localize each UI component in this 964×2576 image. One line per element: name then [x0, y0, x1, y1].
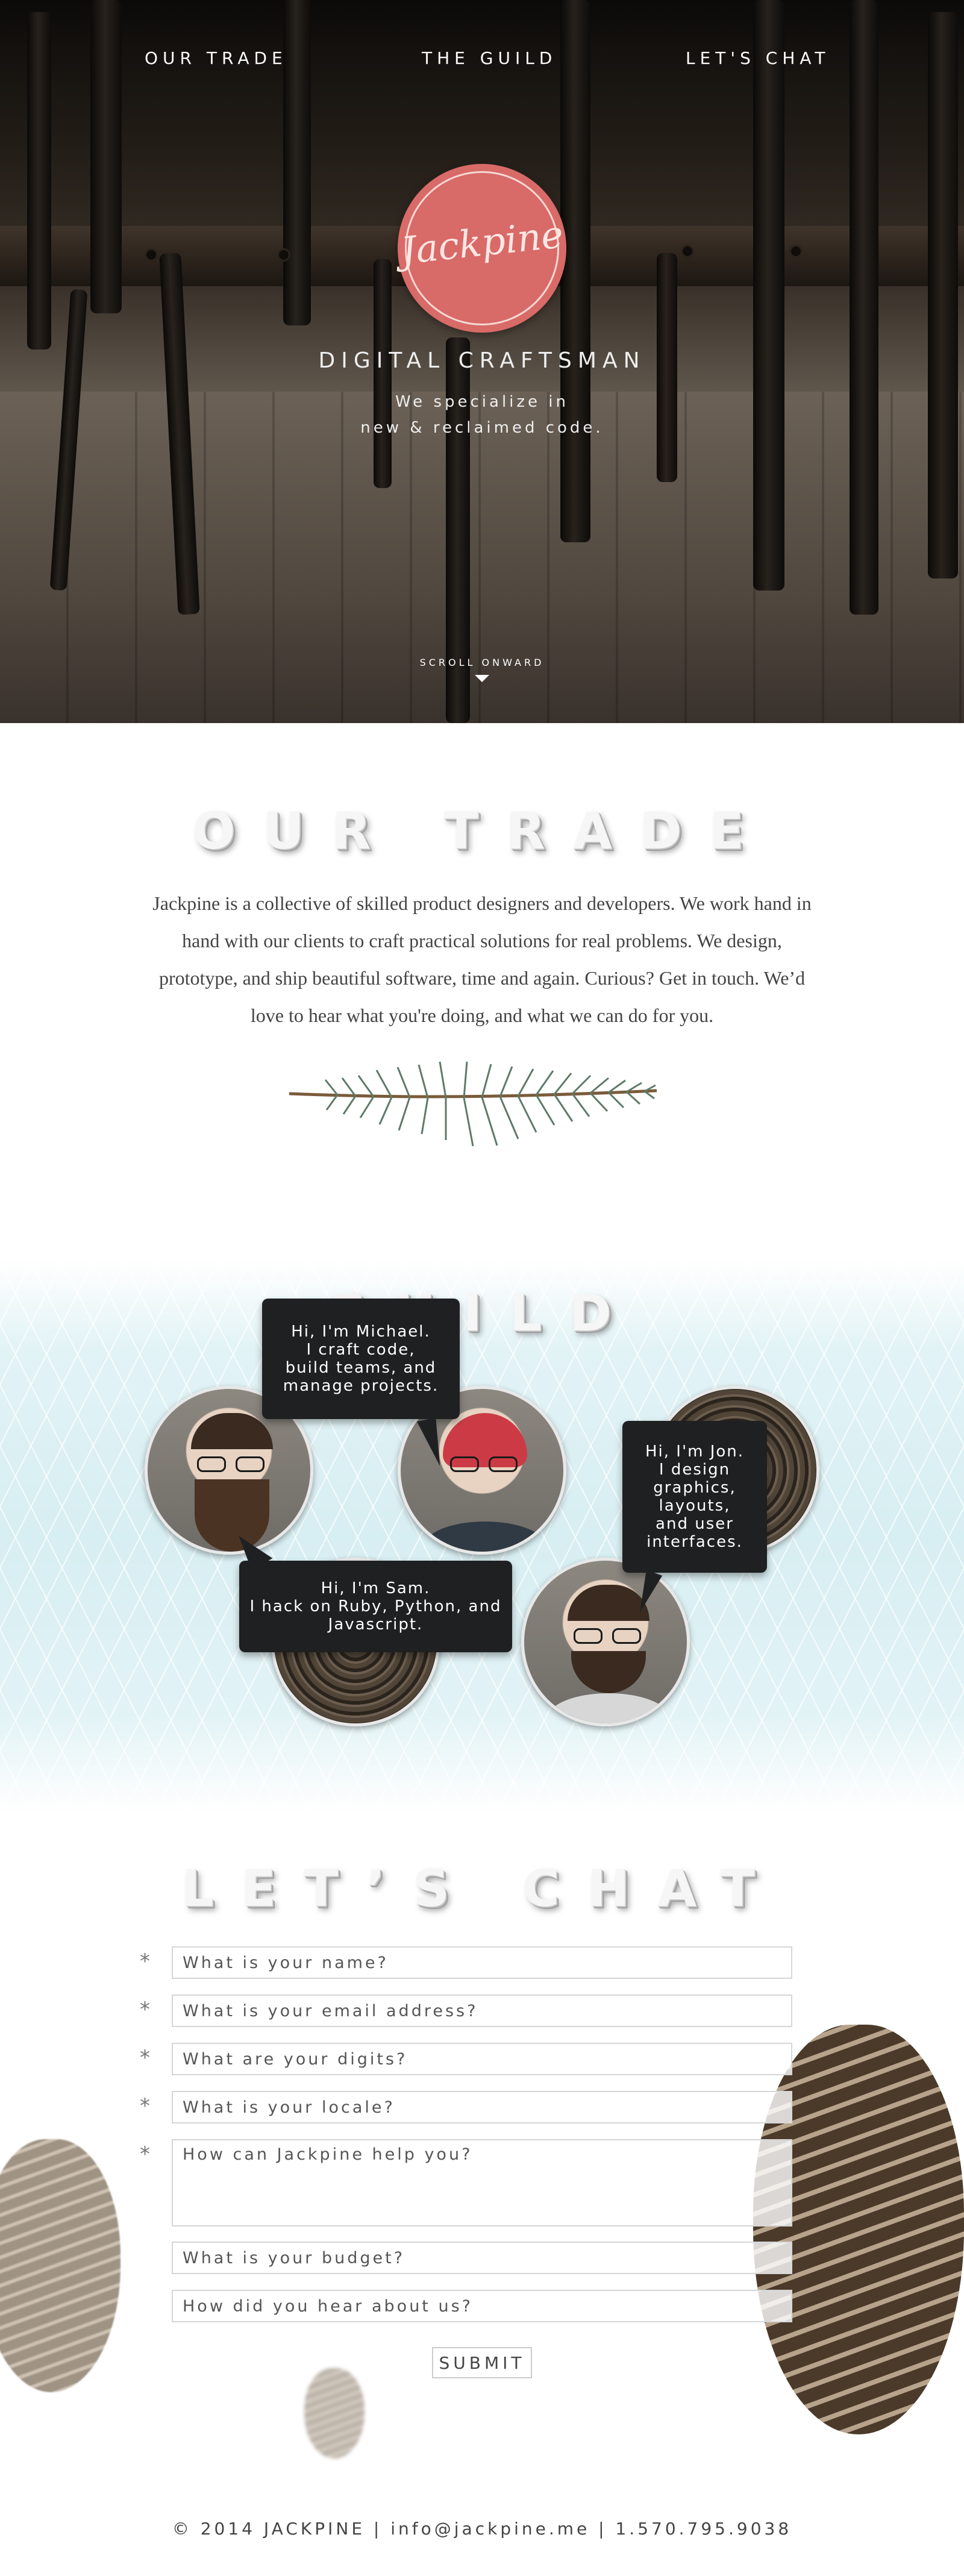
- pinecone-image: [0, 2139, 120, 2392]
- shirt-shape: [548, 1693, 669, 1723]
- shirt-shape: [425, 1521, 545, 1552]
- footer-contact: © 2014 JACKPINE | info@jackpine.me | 1.5…: [172, 2519, 792, 2539]
- glasses-icon: [450, 1456, 520, 1472]
- beard-shape: [571, 1651, 646, 1693]
- chisel-image: [928, 12, 958, 578]
- hair-shape: [191, 1413, 273, 1449]
- hero-section: OUR TRADE THE GUILD LET'S CHAT Jackpine …: [0, 0, 964, 723]
- chevron-down-icon[interactable]: [475, 675, 489, 682]
- required-asterisk: *: [140, 2094, 150, 2118]
- nav-the-guild[interactable]: THE GUILD: [422, 48, 557, 68]
- name-input[interactable]: [172, 1946, 792, 1979]
- guild-heading: GUILD: [325, 1283, 639, 1343]
- required-asterisk: *: [140, 1949, 150, 1973]
- required-asterisk: *: [140, 2046, 150, 2070]
- glasses-icon: [197, 1456, 267, 1472]
- chisel-image: [90, 0, 122, 313]
- hero-subline-1: We specialize in: [395, 393, 569, 411]
- chisel-image: [753, 0, 784, 591]
- bolt-icon: [789, 245, 803, 258]
- required-asterisk: *: [140, 2142, 150, 2166]
- jackpine-logo[interactable]: Jackpine: [398, 164, 566, 333]
- trade-heading: OUR TRADE: [192, 801, 772, 860]
- scroll-onward-link[interactable]: SCROLL ONWARD: [0, 657, 964, 668]
- submit-button[interactable]: SUBMIT: [432, 2347, 532, 2378]
- pine-sprig-image: [289, 1061, 657, 1147]
- bio-bubble-sam: Hi, I'm Sam. I hack on Ruby, Python, and…: [239, 1561, 512, 1652]
- chisel-image: [850, 0, 878, 615]
- top-nav: OUR TRADE THE GUILD LET'S CHAT: [0, 48, 964, 72]
- chat-heading: LET’S CHAT: [181, 1859, 783, 1918]
- wood-board-backdrop: [0, 392, 964, 723]
- bolt-icon: [145, 248, 158, 262]
- required-asterisk: *: [140, 1998, 150, 2022]
- nav-our-trade[interactable]: OUR TRADE: [145, 48, 287, 68]
- locale-input[interactable]: [172, 2091, 792, 2123]
- pinecone-image: [304, 2368, 365, 2458]
- nav-lets-chat[interactable]: LET'S CHAT: [686, 48, 830, 68]
- hero-subline-2: new & reclaimed code.: [360, 419, 604, 437]
- phone-input[interactable]: [172, 2043, 792, 2075]
- glasses-icon: [574, 1628, 643, 1644]
- referral-input[interactable]: [172, 2290, 792, 2322]
- budget-input[interactable]: [172, 2242, 792, 2274]
- chisel-image: [560, 0, 590, 542]
- help-textarea[interactable]: [172, 2139, 792, 2227]
- avatar-jon[interactable]: [521, 1558, 690, 1726]
- chisel-image: [374, 259, 392, 488]
- bio-bubble-michael: Hi, I'm Michael. I craft code, build tea…: [262, 1299, 460, 1419]
- hero-tagline: DIGITAL CRAFTSMAN: [318, 348, 646, 373]
- bolt-icon: [681, 245, 694, 258]
- trade-description: Jackpine is a collective of skilled prod…: [152, 892, 812, 1026]
- pinecone-image: [753, 2025, 964, 2434]
- email-input[interactable]: [172, 1995, 792, 2027]
- bolt-icon: [277, 248, 290, 262]
- bio-bubble-jon: Hi, I'm Jon. I design graphics, layouts,…: [622, 1421, 767, 1573]
